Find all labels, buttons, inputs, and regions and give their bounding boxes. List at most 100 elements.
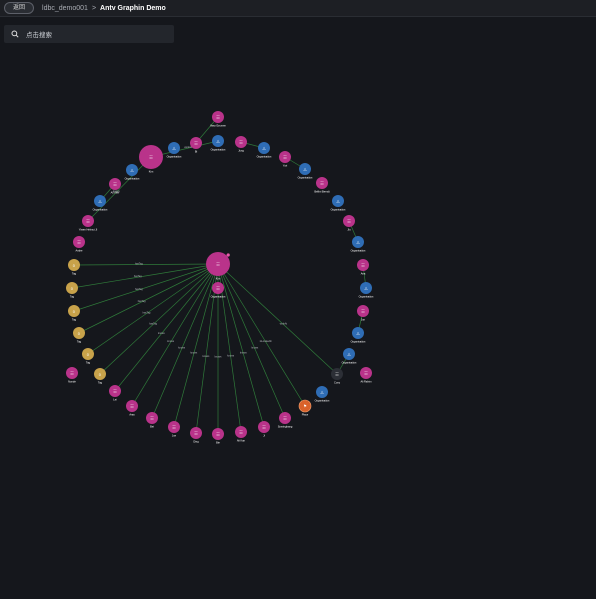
node-label: Ali Alier <box>111 191 120 195</box>
edge-label: hasTag <box>149 323 157 326</box>
node-label: Organisation <box>298 176 313 180</box>
node-label: Jiu <box>347 228 351 232</box>
node-t2[interactable]: ⌂ Tag <box>82 348 94 365</box>
node-label: Place <box>302 413 309 417</box>
node-o10[interactable]: △Organisation <box>315 386 330 403</box>
node-label: Bi <box>195 150 198 154</box>
edge-hub-pl1[interactable] <box>217 263 306 407</box>
node-pl1[interactable]: ⚑ Place <box>298 399 312 417</box>
node-label: Tag <box>72 318 77 322</box>
edge-label: knows <box>158 332 166 335</box>
person-icon: ☷ <box>194 430 198 435</box>
node-p12[interactable]: ☷ Ali Kan <box>235 426 247 443</box>
node-p14[interactable]: ☷ Ding <box>190 427 202 444</box>
node-o3[interactable]: △Organisation <box>257 142 272 159</box>
node-o4[interactable]: △Organisation <box>298 163 313 180</box>
node-o6[interactable]: △Organisation <box>351 236 366 253</box>
node-p11[interactable]: ☷ Ji <box>258 421 270 438</box>
edge-label: hasTag <box>135 288 143 291</box>
person-icon: ☷ <box>320 180 324 185</box>
node-p15[interactable]: ☷ Joe <box>168 421 180 438</box>
node-p6[interactable]: ☷ Jiu <box>343 215 355 232</box>
node-o7[interactable]: △Organisation <box>359 282 374 299</box>
node-t5[interactable]: ⌂ Tag <box>66 282 78 299</box>
node-p4[interactable]: ☷ Yuri <box>279 151 291 168</box>
tag-icon: ⌂ <box>78 330 81 335</box>
edge-label: hasTag <box>143 312 151 315</box>
node-o5[interactable]: △Organisation <box>331 195 346 212</box>
node-p19[interactable]: ☷ Nonde <box>66 367 78 384</box>
node-label: Vaso Ezumen <box>210 124 227 128</box>
node-p5[interactable]: ☷ Bellini Berndt <box>314 177 330 194</box>
person-icon: ☷ <box>194 140 198 145</box>
nodes-layer: ☷ Kim ☷ Kim ☷ Organisation ☷ Vaso Ezumen ☷ Bi △Org… <box>66 111 374 445</box>
edge-label: isLocatedIn <box>260 340 273 343</box>
node-label: Organisation <box>351 340 366 344</box>
person-icon: ☷ <box>262 424 266 429</box>
node-label: Cuny <box>334 381 341 385</box>
node-badge-icon <box>226 253 230 257</box>
edge-label: knows <box>190 352 198 355</box>
edge-hub-t4[interactable] <box>73 263 219 312</box>
graph-canvas[interactable]: hasTag hasTag hasTag hasTag hasTag hasTag know… <box>0 0 596 599</box>
node-label: Aras <box>129 413 135 417</box>
edge-label: knows <box>167 340 175 343</box>
node-t4[interactable]: ⌂ Tag <box>68 305 80 322</box>
edge-hub-p15[interactable] <box>173 263 219 428</box>
node-p8[interactable]: ☷ Jun <box>357 305 369 322</box>
node-p20[interactable]: ☷ Andre <box>73 236 85 253</box>
node-p10[interactable]: ☷ Somingbang <box>278 412 293 429</box>
edge-hub-g1[interactable] <box>217 263 338 375</box>
node-o12[interactable]: △Organisation <box>125 164 140 181</box>
node-label: Organisation <box>211 148 226 152</box>
node-p18[interactable]: ☷ Lei <box>109 385 121 402</box>
node-p3[interactable]: ☷ Jung <box>235 136 247 153</box>
node-label: Tag <box>77 340 82 344</box>
node-p9[interactable]: ☷ Ali Rahim <box>360 367 372 384</box>
person-icon: ☷ <box>216 114 220 119</box>
node-p7[interactable]: ☷ Ana <box>357 259 369 276</box>
node-o8[interactable]: △Organisation <box>351 327 366 344</box>
place-icon: ⚑ <box>303 403 307 408</box>
tag-icon: ⌂ <box>73 262 76 267</box>
node-label: Kim <box>149 170 153 174</box>
node-p17[interactable]: ☷ Aras <box>126 400 138 417</box>
node-p22[interactable]: ☷ Ali Alier <box>109 178 121 195</box>
person-icon: ☷ <box>216 285 220 290</box>
edge-hub-t6[interactable] <box>73 263 219 266</box>
node-label: Joe <box>172 434 177 438</box>
person-icon: ☷ <box>149 154 153 159</box>
node-label: Tag <box>72 272 77 276</box>
node-p16[interactable]: ☷ Bei <box>146 412 158 429</box>
node-t1[interactable]: ⌂ Tag <box>94 368 106 385</box>
edge-label: hasTag <box>134 275 142 278</box>
node-p21[interactable]: ☷ Yiwen Helmut Ji <box>79 215 98 232</box>
node-label: Jun <box>361 318 366 322</box>
node-p1[interactable]: ☷ Vaso Ezumen <box>210 111 227 128</box>
node-o2[interactable]: △Organisation <box>211 135 226 152</box>
edge-label: workAt <box>280 323 288 326</box>
person-icon: ☷ <box>86 218 90 223</box>
node-label: Organisation <box>342 361 357 365</box>
person-icon: ☷ <box>216 431 220 436</box>
edge-hub-p18[interactable] <box>114 263 219 392</box>
node-t6[interactable]: ⌂ Tag <box>68 259 80 276</box>
person-icon: ☷ <box>172 424 176 429</box>
node-p2[interactable]: ☷ Bi <box>190 137 202 154</box>
node-o9[interactable]: △Organisation <box>342 348 357 365</box>
node-label: Ana <box>361 272 366 276</box>
node-g1[interactable]: ☷ Cuny <box>331 368 343 385</box>
node-label: Organisation <box>359 295 374 299</box>
person-icon: ☷ <box>347 218 351 223</box>
edge-label: knows <box>178 347 186 350</box>
edge-hub-p10[interactable] <box>217 263 286 419</box>
edge-label: hasTag <box>135 263 143 266</box>
node-label: Organisation <box>93 208 108 212</box>
person-icon: ☷ <box>239 139 243 144</box>
node-p13[interactable]: ☷ Bie <box>212 428 224 445</box>
tag-icon: ⌂ <box>73 308 76 313</box>
node-big[interactable]: ☷ Kim <box>139 145 163 174</box>
edge-hub-p11[interactable] <box>217 263 265 428</box>
edge-label: knows <box>227 354 235 357</box>
node-t3[interactable]: ⌂ Tag <box>73 327 85 344</box>
